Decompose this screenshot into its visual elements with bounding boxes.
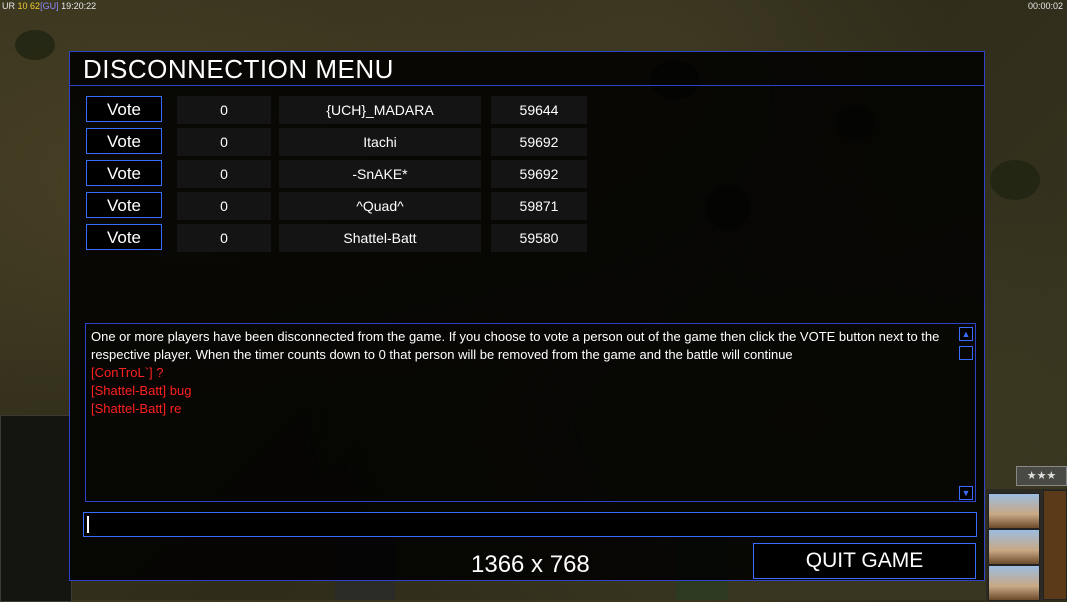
clock: 19:20:22 [61, 1, 97, 11]
scroll-down-icon[interactable]: ▼ [959, 486, 973, 500]
terrain-tree [990, 160, 1040, 200]
player-timer: 59871 [491, 192, 587, 220]
chat-message: [Shattel-Batt] bug [91, 383, 192, 398]
player-timer: 59692 [491, 128, 587, 156]
portrait[interactable] [988, 565, 1040, 601]
dialog-title: DISCONNECTION MENU [83, 54, 394, 84]
system-message: One or more players have been disconnect… [91, 329, 940, 362]
scrollbar[interactable]: ▲ ▼ [959, 324, 975, 501]
title-divider [70, 85, 984, 86]
rank-tab[interactable]: ★★★ [1016, 466, 1067, 486]
chat-message: [Shattel-Batt] re [91, 401, 182, 416]
game-timer: 00:00:02 [1027, 1, 1063, 11]
stat-prefix: UR [2, 1, 15, 11]
player-name: Itachi [279, 128, 481, 156]
player-timer: 59692 [491, 160, 587, 188]
portrait[interactable] [988, 529, 1040, 565]
chat-message: [ConTroL`] ? [91, 365, 164, 380]
scroll-up-icon[interactable]: ▲ [959, 327, 973, 341]
disconnection-dialog: DISCONNECTION MENU Vote 0 {UCH}_MADARA 5… [69, 51, 985, 581]
chat-input[interactable] [83, 512, 977, 537]
vote-count: 0 [177, 160, 271, 188]
vote-count: 0 [177, 192, 271, 220]
quit-game-button[interactable]: QUIT GAME [753, 543, 976, 579]
resolution-label: 1366 x 768 [471, 551, 590, 578]
vote-button[interactable]: Vote [86, 128, 162, 154]
player-name: {UCH}_MADARA [279, 96, 481, 124]
vote-count: 0 [177, 224, 271, 252]
text-caret [87, 516, 89, 533]
minimap-panel [0, 415, 72, 602]
message-list: One or more players have been disconnect… [91, 328, 957, 418]
vote-button[interactable]: Vote [86, 192, 162, 218]
player-timer: 59580 [491, 224, 587, 252]
vote-count: 0 [177, 96, 271, 124]
stat-bracket: [GU] [40, 1, 59, 11]
stat-value-2: 62 [30, 1, 41, 11]
stat-value-1: 10 [17, 1, 28, 11]
message-log[interactable]: One or more players have been disconnect… [85, 323, 976, 502]
portrait[interactable] [988, 493, 1040, 529]
player-timer: 59644 [491, 96, 587, 124]
rank-progress-bar [1043, 490, 1067, 600]
scroll-thumb[interactable] [959, 346, 973, 360]
player-name: -SnAKE* [279, 160, 481, 188]
player-stats: UR 10 62[GU] 19:20:22 [2, 0, 96, 12]
vote-count: 0 [177, 128, 271, 156]
vote-button[interactable]: Vote [86, 160, 162, 186]
player-name: ^Quad^ [279, 192, 481, 220]
top-hud: UR 10 62[GU] 19:20:22 00:00:02 [0, 0, 1067, 12]
vote-button[interactable]: Vote [86, 96, 162, 122]
vote-button[interactable]: Vote [86, 224, 162, 250]
terrain-tree [15, 30, 55, 60]
player-name: Shattel-Batt [279, 224, 481, 252]
